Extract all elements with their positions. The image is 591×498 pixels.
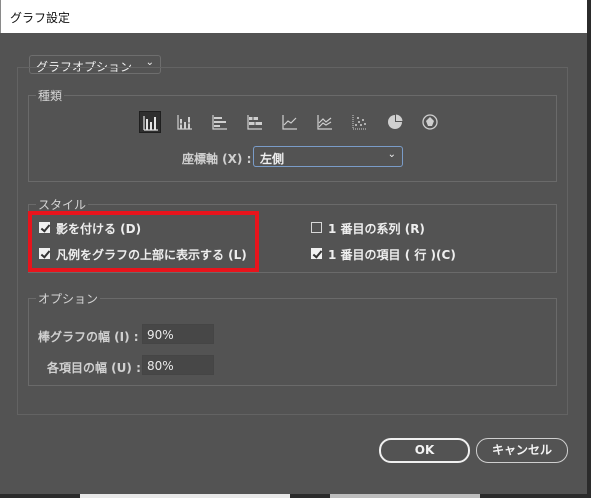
- cancel-button[interactable]: キャンセル: [476, 438, 568, 463]
- bar-width-value: 90%: [147, 328, 174, 342]
- stacked-vertical-bar-chart-icon[interactable]: [174, 111, 196, 133]
- highlight-annotation-box: [28, 211, 259, 272]
- type-group-label: 種類: [36, 87, 65, 104]
- axis-dropdown-value: 左側: [260, 152, 285, 166]
- line-chart-icon[interactable]: [279, 111, 301, 133]
- item-width-field[interactable]: 80%: [142, 355, 214, 375]
- first-series-checkbox-label: 1 番目の系列 (R): [328, 222, 425, 236]
- first-item-checkbox-label: 1 番目の項目 ( 行 )(C): [328, 248, 456, 262]
- bar-width-field[interactable]: 90%: [142, 324, 214, 344]
- type-group: [28, 95, 557, 182]
- bar-width-label: 棒グラフの幅 (I) :: [38, 330, 139, 344]
- vertical-bar-chart-icon[interactable]: [139, 111, 161, 133]
- item-width-label: 各項目の幅 (U) :: [47, 361, 141, 375]
- title-bar: グラフ設定: [0, 0, 591, 33]
- options-group-label: オプション: [36, 290, 101, 307]
- stacked-horizontal-bar-chart-icon[interactable]: [244, 111, 266, 133]
- scatter-chart-icon[interactable]: [349, 111, 371, 133]
- window-title: グラフ設定: [10, 11, 71, 25]
- ok-button[interactable]: OK: [379, 438, 470, 463]
- first-series-checkbox[interactable]: [311, 222, 322, 233]
- axis-label: 座標軸 (X) :: [182, 152, 252, 166]
- chevron-down-icon: ⌄: [387, 149, 396, 160]
- first-item-checkbox[interactable]: [311, 248, 322, 259]
- window-edge-right: [587, 0, 591, 498]
- window-edge-bottom: [0, 494, 591, 498]
- pie-chart-icon[interactable]: [384, 111, 406, 133]
- horizontal-bar-chart-icon[interactable]: [209, 111, 231, 133]
- area-chart-icon[interactable]: [314, 111, 336, 133]
- radar-chart-icon[interactable]: [419, 111, 441, 133]
- axis-dropdown[interactable]: 左側 ⌄: [253, 146, 403, 167]
- item-width-value: 80%: [147, 359, 174, 373]
